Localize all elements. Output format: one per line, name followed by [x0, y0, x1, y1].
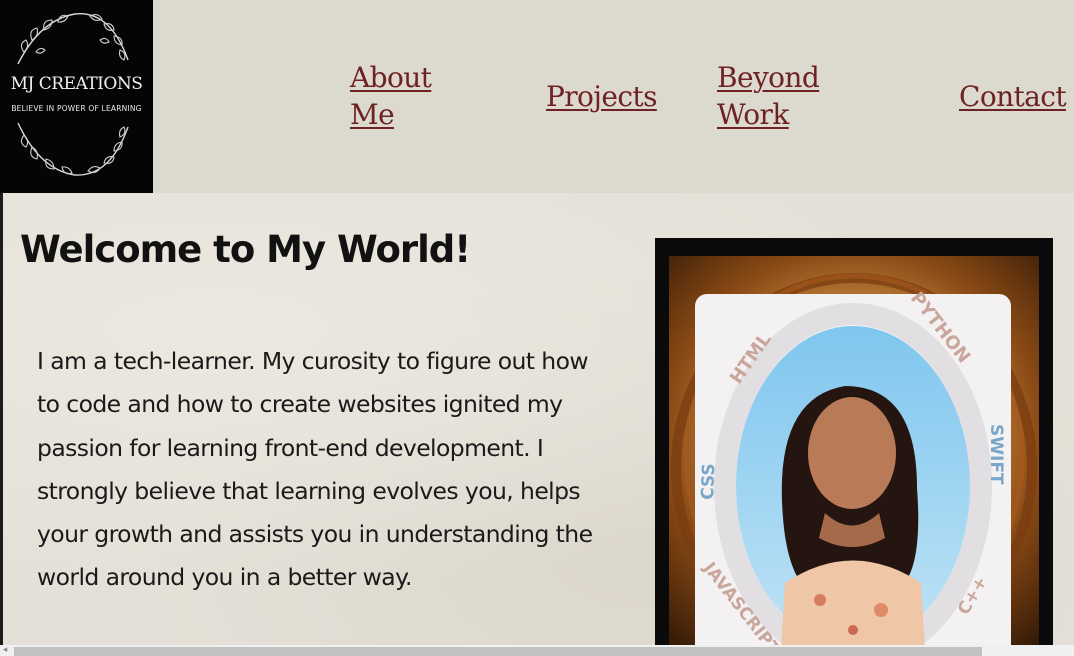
scrollbar-thumb[interactable] — [14, 647, 982, 656]
logo-tagline: BELIEVE IN POWER OF LEARNING — [11, 104, 142, 113]
logo-title: MJ CREATIONS — [10, 74, 143, 94]
ring-label-swift: SWIFT — [986, 424, 1006, 485]
nav-about-me[interactable]: About Me — [350, 59, 432, 133]
bio-paragraph: I am a tech-learner. My curosity to figu… — [37, 347, 593, 592]
skills-ring: HTML PYTHON CSS SWIFT JAVASCRIPT C++ — [698, 288, 1006, 645]
nav-contact[interactable]: Contact — [959, 78, 1067, 115]
nav-beyond-line2: Work — [717, 98, 789, 131]
scroll-left-icon[interactable]: ◂ — [0, 645, 10, 656]
profile-photo: HTML PYTHON CSS SWIFT JAVASCRIPT C++ — [655, 238, 1053, 645]
horizontal-scrollbar[interactable]: ◂ — [0, 645, 1074, 656]
nav-beyond-line1: Beyond — [717, 61, 820, 94]
nav-projects[interactable]: Projects — [546, 78, 657, 115]
nav-about-line2: Me — [350, 98, 395, 131]
site-logo[interactable]: MJ CREATIONS BELIEVE IN POWER OF LEARNIN… — [0, 0, 153, 193]
wreath-top-icon — [17, 13, 129, 65]
page-title: Welcome to My World! — [20, 228, 471, 271]
site-header: MJ CREATIONS BELIEVE IN POWER OF LEARNIN… — [0, 0, 1074, 193]
ring-label-css: CSS — [698, 463, 719, 500]
wreath-bottom-icon — [17, 122, 129, 176]
nav-beyond-work[interactable]: Beyond Work — [717, 59, 820, 133]
nav-about-line1: About — [350, 61, 432, 94]
